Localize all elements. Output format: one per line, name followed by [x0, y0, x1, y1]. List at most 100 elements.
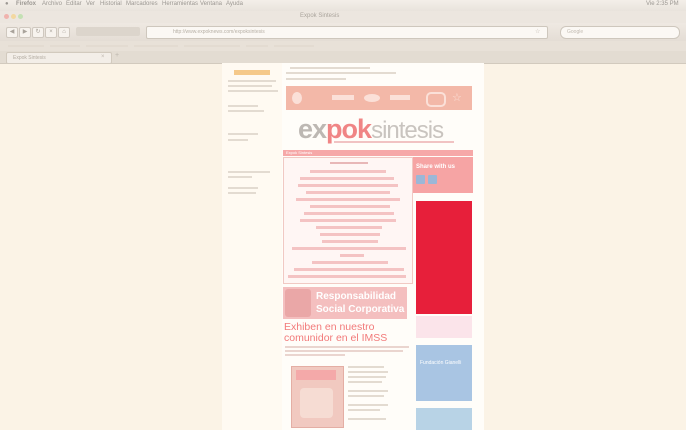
- address-bar[interactable]: http://www.expoknews.com/expoksintesis ☆: [146, 26, 548, 39]
- menu-item-window[interactable]: Ventana: [200, 1, 222, 7]
- sidebar-text-line: [228, 171, 270, 173]
- bookmark-item[interactable]: [86, 45, 128, 47]
- address-bar-text: http://www.expoknews.com/expoksintesis: [173, 29, 265, 35]
- sidebar-text-line: [228, 85, 272, 87]
- sponsor-logo: [364, 94, 380, 102]
- headline-link[interactable]: [322, 240, 378, 243]
- bookmark-item[interactable]: [246, 45, 268, 47]
- headline-link[interactable]: [298, 184, 398, 187]
- headline-link[interactable]: [294, 268, 404, 271]
- apple-icon[interactable]: ●: [5, 1, 9, 7]
- sidebar-button[interactable]: [234, 70, 270, 75]
- article-headline[interactable]: Exhiben en nuestro comunidor en el IMSS: [284, 322, 412, 344]
- pink-ad-banner[interactable]: [416, 316, 472, 338]
- sponsor-logo: [292, 92, 302, 104]
- close-tab-icon[interactable]: ×: [101, 54, 105, 60]
- article-summary-line: [285, 346, 409, 348]
- article-text-line: [348, 418, 386, 420]
- window-title-bar: Expok Sintesis: [0, 11, 686, 23]
- headlines-title: [330, 162, 368, 164]
- bookmark-item[interactable]: [184, 45, 240, 47]
- article-text-line: [348, 404, 388, 406]
- sidebar-text-line: [228, 176, 252, 178]
- reload-icon[interactable]: ↻: [32, 27, 44, 38]
- bookmark-item[interactable]: [134, 45, 178, 47]
- article-text-line: [348, 376, 386, 378]
- sponsor-logo: [390, 95, 410, 100]
- header-text-line: [286, 72, 396, 74]
- menu-item-history[interactable]: Historial: [100, 1, 122, 7]
- close-window-icon[interactable]: [4, 14, 9, 19]
- headline-link[interactable]: [310, 205, 390, 208]
- sidebar-text-line: [228, 80, 276, 82]
- header-text-line: [286, 78, 346, 80]
- headline-link[interactable]: [312, 261, 388, 264]
- twitter-icon[interactable]: [428, 175, 437, 184]
- bookmark-star-icon[interactable]: ☆: [535, 28, 540, 35]
- section-header-text: Expok Sintesis: [286, 150, 313, 155]
- article-text-line: [348, 371, 388, 373]
- headline-link[interactable]: [288, 275, 406, 278]
- sidebar-text-line: [228, 133, 258, 135]
- tab-label: Expok Sintesis: [13, 55, 46, 61]
- sidebar-text-line: [228, 139, 248, 141]
- headline-link[interactable]: [340, 254, 364, 257]
- minimize-window-icon[interactable]: [11, 14, 16, 19]
- red-ad-banner[interactable]: [416, 201, 472, 314]
- sponsor-logo: [426, 92, 446, 107]
- headline-link[interactable]: [320, 233, 380, 236]
- search-field[interactable]: Google: [560, 26, 680, 39]
- stop-icon[interactable]: ×: [45, 27, 57, 38]
- menu-item-file[interactable]: Archivo: [42, 1, 62, 7]
- section-header-bar: Expok Sintesis: [283, 150, 473, 156]
- sidebar-text-line: [228, 187, 258, 189]
- headline-link[interactable]: [304, 212, 394, 215]
- headline-link[interactable]: [310, 170, 386, 173]
- search-placeholder: Google: [567, 29, 584, 35]
- headline-link[interactable]: [292, 247, 406, 250]
- blue-ad-banner[interactable]: [416, 345, 472, 401]
- article-text-line: [348, 395, 384, 397]
- bookmarks-toolbar: [0, 41, 686, 51]
- site-identity-button[interactable]: [76, 27, 140, 36]
- menu-item-help[interactable]: Ayuda: [226, 1, 243, 7]
- sidebar-text-line: [228, 110, 264, 112]
- bookmark-item[interactable]: [8, 45, 44, 47]
- headline-link[interactable]: [306, 191, 390, 194]
- new-tab-icon[interactable]: +: [115, 52, 119, 59]
- sidebar-text-line: [228, 192, 256, 194]
- menu-item-edit[interactable]: Editar: [66, 1, 82, 7]
- logo-part: pok: [326, 114, 372, 144]
- header-text-line: [290, 67, 370, 69]
- menu-item-app[interactable]: Firefox: [16, 1, 36, 7]
- menu-item-view[interactable]: Ver: [86, 1, 95, 7]
- bookmark-item[interactable]: [274, 45, 314, 47]
- window-title: Expok Sintesis: [300, 13, 340, 19]
- facebook-icon[interactable]: [416, 175, 425, 184]
- star-icon: ☆: [452, 92, 462, 104]
- headline-link[interactable]: [296, 198, 400, 201]
- menu-item-bookmarks[interactable]: Marcadores: [126, 1, 158, 7]
- rsc-title-line2: Social Corporativa: [316, 304, 405, 315]
- headline-link[interactable]: [300, 177, 394, 180]
- share-title: Share with us: [416, 164, 456, 170]
- logo-tagline: [334, 141, 454, 143]
- article-summary-line: [285, 350, 403, 352]
- blue-ad-text: Fundación Gianelli: [420, 360, 462, 366]
- sponsors-banner[interactable]: ☆: [286, 86, 472, 110]
- headline-link[interactable]: [316, 226, 382, 229]
- back-icon[interactable]: ◀: [6, 27, 18, 38]
- zoom-window-icon[interactable]: [18, 14, 23, 19]
- rsc-title-line1: Responsabilidad: [316, 291, 397, 302]
- article-text-line: [348, 366, 384, 368]
- article-text-line: [348, 381, 382, 383]
- forward-icon[interactable]: ▶: [19, 27, 31, 38]
- bookmark-item[interactable]: [50, 45, 80, 47]
- tab-active[interactable]: Expok Sintesis ×: [6, 52, 112, 64]
- menu-item-tools[interactable]: Herramientas: [162, 1, 198, 7]
- headline-link[interactable]: [300, 219, 396, 222]
- logo-part: ex: [298, 114, 327, 144]
- home-icon[interactable]: ⌂: [58, 27, 70, 38]
- article-text-line: [348, 409, 380, 411]
- blue-ad-banner-2[interactable]: [416, 408, 472, 430]
